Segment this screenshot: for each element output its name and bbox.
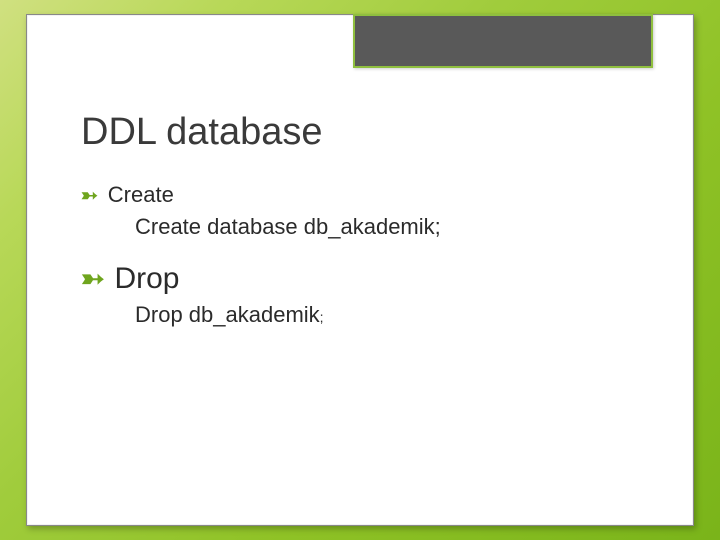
bullet-create: ➳ Create — [81, 182, 639, 208]
bullet-glyph-icon: ➳ — [81, 262, 104, 295]
code-drop-text: Drop db_akademik — [135, 302, 320, 327]
code-create: Create database db_akademik; — [135, 214, 639, 240]
code-drop-semicolon: ; — [320, 309, 324, 325]
slide-frame: DDL database ➳ Create Create database db… — [26, 14, 694, 526]
code-drop: Drop db_akademik; — [135, 302, 639, 328]
bullet-drop-label: Drop — [114, 262, 179, 296]
slide-title: DDL database — [81, 111, 639, 154]
bullet-glyph-icon: ➳ — [81, 183, 98, 208]
bullet-create-label: Create — [108, 182, 174, 208]
slide-content: DDL database ➳ Create Create database db… — [81, 111, 639, 332]
title-accent-box — [353, 14, 653, 68]
bullet-drop: ➳ Drop — [81, 262, 639, 296]
